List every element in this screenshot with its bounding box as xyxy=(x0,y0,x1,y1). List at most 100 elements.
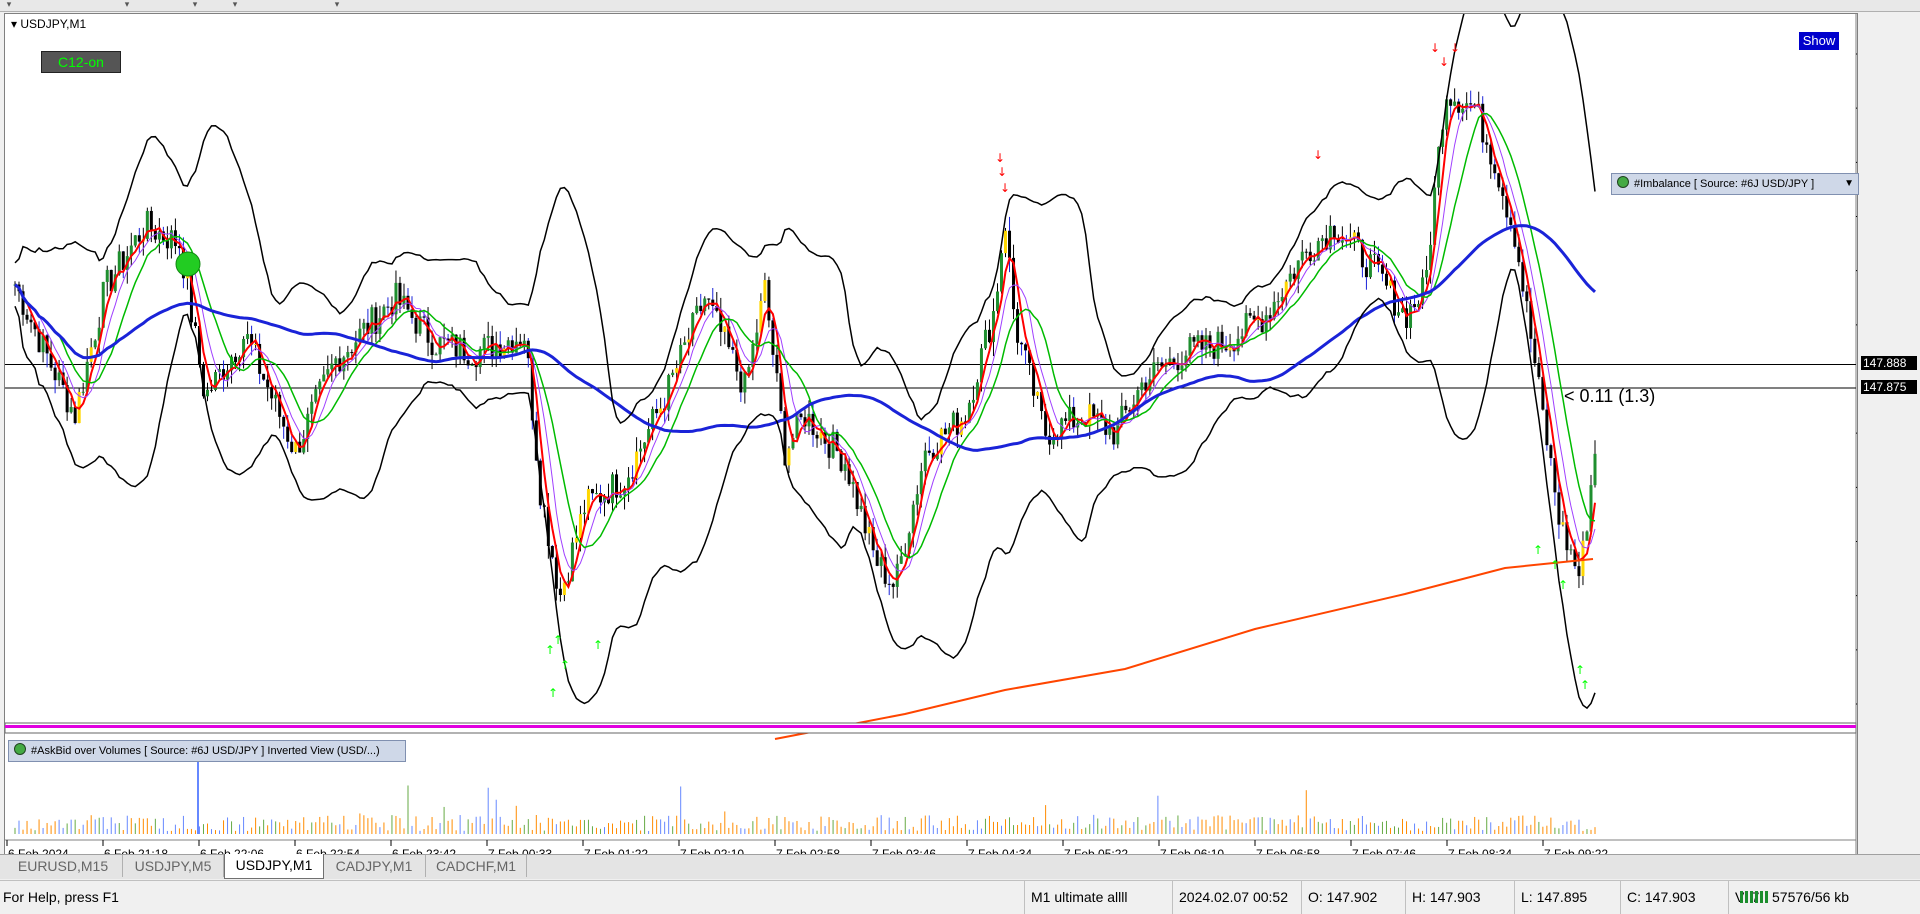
askbid-indicator-label[interactable]: #AskBid over Volumes [ Source: #6J USD/J… xyxy=(8,740,406,762)
candle-body xyxy=(915,494,919,505)
buy-arrow-icon: ↑ xyxy=(1558,578,1568,592)
candle-body xyxy=(611,474,615,504)
candle-body xyxy=(875,550,879,566)
buy-arrow-icon: ↑ xyxy=(1550,558,1560,572)
candle-body xyxy=(1557,492,1561,525)
tab-eurusd-m15[interactable]: EURUSD,M15 xyxy=(4,855,123,877)
candle-body xyxy=(1521,262,1525,292)
sell-arrow-icon: ↓ xyxy=(997,165,1007,179)
candle-body xyxy=(1577,566,1581,577)
c12-toggle-button[interactable]: C12-on xyxy=(41,51,121,73)
candle-body xyxy=(290,441,294,453)
candle-body xyxy=(29,319,33,323)
candle-body xyxy=(995,291,999,312)
candle-body xyxy=(743,372,747,393)
candle-body xyxy=(594,493,598,495)
candle-body xyxy=(1140,382,1144,391)
toolbar-button[interactable]: ▾ xyxy=(330,0,344,10)
tab-usdjpy-m5[interactable]: USDJPY,M5 xyxy=(123,855,224,877)
connection-bars-icon xyxy=(1740,891,1768,903)
candle-body xyxy=(1497,173,1501,188)
candle-body xyxy=(326,369,330,375)
chevron-down-icon[interactable]: ▼ xyxy=(1844,174,1854,194)
candle-body xyxy=(895,563,899,587)
chart-tabs: EURUSD,M15 USDJPY,M5 USDJPY,M1 CADJPY,M1… xyxy=(0,854,1920,879)
candle-body xyxy=(1372,253,1376,255)
candle-body xyxy=(707,298,711,300)
candle-body xyxy=(923,450,927,472)
tab-cadchf-m1[interactable]: CADCHF,M1 xyxy=(426,855,527,877)
chart-window[interactable]: 148.060148.030148.000147.970147.940147.9… xyxy=(4,13,1917,863)
candle-body xyxy=(1300,251,1304,261)
candle-body xyxy=(1304,251,1308,253)
tab-usdjpy-m1[interactable]: USDJPY,M1 xyxy=(224,854,324,879)
status-close: C: 147.903 xyxy=(1620,881,1731,914)
status-bar: For Help, press F1 M1 ultimate allll 202… xyxy=(0,880,1920,914)
candle-body xyxy=(1200,335,1204,350)
candle-body xyxy=(887,583,891,585)
candle-body xyxy=(1425,269,1429,278)
candle-body xyxy=(1196,335,1200,342)
candle-body xyxy=(739,371,743,393)
candle-body xyxy=(943,428,947,435)
candle-body xyxy=(318,381,322,390)
status-profile[interactable]: M1 ultimate allll xyxy=(1024,881,1171,914)
candle-body xyxy=(1224,348,1228,351)
candle-body xyxy=(1008,230,1012,258)
chart-canvas[interactable]: 148.060148.030148.000147.970147.940147.9… xyxy=(5,14,1857,862)
askbid-indicator-text: #AskBid over Volumes [ Source: #6J USD/J… xyxy=(31,745,380,757)
show-button[interactable]: Show xyxy=(1798,31,1840,51)
candle-body xyxy=(851,482,855,485)
candle-body xyxy=(731,347,735,350)
candle-body xyxy=(891,583,895,587)
candle-body xyxy=(270,387,274,399)
candle-body xyxy=(1537,363,1541,377)
toolbar-button[interactable]: ▾ xyxy=(228,0,242,10)
candle-body xyxy=(590,489,594,494)
candle-body xyxy=(582,512,586,515)
status-help: For Help, press F1 xyxy=(3,889,119,905)
candle-body xyxy=(193,322,197,326)
candle-body xyxy=(755,332,759,345)
sell-arrow-icon: ↓ xyxy=(1430,41,1440,55)
candle-body xyxy=(89,347,93,362)
candle-body xyxy=(1064,418,1068,421)
ratio-label: < 0.11 (1.3) xyxy=(1564,386,1656,406)
imbalance-indicator-label[interactable]: #Imbalance [ Source: #6J USD/JPY ] ▼ xyxy=(1611,173,1859,195)
candle-body xyxy=(1036,391,1040,396)
buy-arrow-icon: ↑ xyxy=(560,658,570,672)
candle-body xyxy=(843,464,847,471)
candle-body xyxy=(1024,344,1028,351)
candle-body xyxy=(562,582,566,596)
candle-body xyxy=(81,391,85,393)
status-connection[interactable]: 57576/56 kb xyxy=(1734,881,1920,914)
candle-body xyxy=(1020,342,1024,345)
candle-body xyxy=(470,364,474,366)
candle-body xyxy=(1228,347,1232,351)
candle-body xyxy=(643,442,647,449)
candle-body xyxy=(274,394,278,399)
candle-body xyxy=(458,337,462,357)
candle-body xyxy=(1549,445,1553,459)
sell-arrow-icon: ↓ xyxy=(995,151,1005,165)
sell-arrow-icon: ↓ xyxy=(1313,148,1323,162)
candle-body xyxy=(1276,301,1280,303)
toolbar-button[interactable]: ▾ xyxy=(188,0,202,10)
tab-cadjpy-m1[interactable]: CADJPY,M1 xyxy=(323,855,426,877)
chart-symbol-title: ▾ USDJPY,M1 xyxy=(11,17,86,31)
candle-body xyxy=(1501,187,1505,196)
toolbar-button[interactable]: ▾ xyxy=(2,0,16,10)
toolbar: ▾ ▾ ▾ ▾ ▾ xyxy=(0,0,1920,12)
indicator-status-icon xyxy=(14,743,26,755)
status-datetime: 2024.02.07 00:52 xyxy=(1172,881,1304,914)
toolbar-button[interactable]: ▾ xyxy=(120,0,134,10)
candle-body xyxy=(486,335,490,338)
candle-body xyxy=(983,329,987,349)
candle-body xyxy=(286,426,290,442)
candle-body xyxy=(1004,230,1008,254)
bid-price-tag: 147.888 xyxy=(1861,356,1917,370)
chevron-down-icon[interactable]: ▾ xyxy=(11,17,17,31)
candle-body xyxy=(310,401,314,414)
candle-body xyxy=(482,337,486,349)
candle-body xyxy=(137,235,141,242)
